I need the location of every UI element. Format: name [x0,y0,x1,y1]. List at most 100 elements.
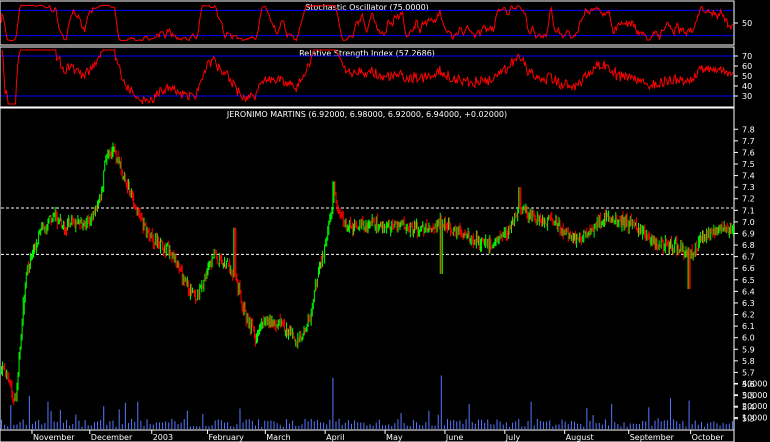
month-label: November [33,433,75,442]
x-axis-month-labels: November December 2003 February March April Ma… [31,430,724,442]
volume-bar [180,422,182,429]
month-label: September [630,433,675,442]
axis-tick-label: 6.5 [742,276,755,285]
axis-tick-label: 40000 [742,379,767,388]
stochastic-panel: Stochastic Oscillator (75.0000) 50 [0,0,752,46]
x-axis: November December 2003 February March April Ma… [0,429,735,442]
volume-bar [502,424,504,429]
volume-bar [589,420,591,429]
volume-bar [193,426,195,429]
volume-bar [205,425,207,429]
axis-tick-label: 10000 [742,414,767,423]
volume-bar [69,425,71,429]
volume-bar [388,424,390,429]
volume-bar [592,415,594,429]
volume-bar [521,426,523,429]
volume-bar [168,422,170,429]
volume-bar [639,424,641,429]
volume-bar [419,424,421,429]
volume-bar [462,423,464,429]
volume-bar [450,420,452,429]
volume-bar [254,425,256,429]
volume-bar [595,423,597,429]
volume-bar [434,425,436,429]
volume-bar [264,420,266,429]
volume-bar [158,422,160,429]
volume-bar [47,401,49,429]
volume-bar [372,425,374,429]
volume-bar [422,425,424,429]
volume-bar [155,422,157,429]
volume-bar [233,426,235,429]
volume-bar [676,421,678,429]
volume-bar [53,421,55,429]
month-label: June [445,433,464,442]
rsi-panel: Relative Strength Index (57.2686) 706050… [0,46,752,108]
axis-tick-label: 7.4 [742,172,755,181]
price-title: JERONIMO MARTINS (6.92000, 6.98000, 6.92… [226,110,507,119]
volume-bar [669,398,671,429]
volume-bar [115,426,117,429]
axis-tick-label: 6.1 [742,322,755,331]
volume-bar [716,423,718,429]
volume-bar [474,423,476,429]
volume-bar [601,424,603,429]
volume-bar [75,414,77,429]
volume-bar [162,422,164,429]
volume-bar [131,418,133,429]
axis-tick-label: 7.0 [742,218,755,227]
volume-bar [127,422,129,429]
volume-bar [704,426,706,429]
volume-bar [199,426,201,429]
volume-bar [496,419,498,429]
volume-bar [713,421,715,429]
volume-bar [561,419,563,429]
volume-bar [7,426,9,429]
volume-bar [146,419,148,429]
volume-bar [518,418,520,429]
volume-bar [62,422,64,429]
volume-bar [137,401,139,429]
volume-bar [97,421,99,429]
axis-tick-label: 7.8 [742,125,755,134]
volume-bar [279,424,281,429]
axis-tick-label: 50 [742,19,752,28]
month-label: July [505,433,521,442]
volume-bar [59,409,61,429]
axis-tick-label: 20000 [742,402,767,411]
volume-bar [573,421,575,429]
volume-bar [106,424,108,429]
volume-bar [149,424,151,429]
volume-bar [604,419,606,429]
volume-bar [549,420,551,429]
volume-bar [28,395,30,429]
volume-bar [391,425,393,429]
volume-bar [152,424,154,429]
volume-bar [316,420,318,429]
volume-bar [412,419,414,429]
volume-bar [1,419,2,429]
volume-bar [394,423,396,429]
volume-bar [409,426,411,429]
volume-bar [118,409,120,429]
volume-bar [121,424,123,429]
volume-bar [211,425,213,429]
volume-bar [208,426,210,429]
volume-bar [124,402,126,429]
volume-bar [196,426,198,429]
volume-bar [81,426,83,429]
volume-bar [354,420,356,429]
volume-bar [539,420,541,429]
volume-bar [660,421,662,429]
axis-tick-label: 70 [742,52,752,61]
volume-bar [338,418,340,429]
volume-bar [35,421,37,429]
volume-bar [217,419,219,429]
volume-bar [512,422,514,429]
volume-bar [663,420,665,429]
volume-bar [527,420,529,429]
volume-bar [632,423,634,429]
volume-bar [710,422,712,429]
volume-bar [425,422,427,429]
volume-bar [112,420,114,429]
